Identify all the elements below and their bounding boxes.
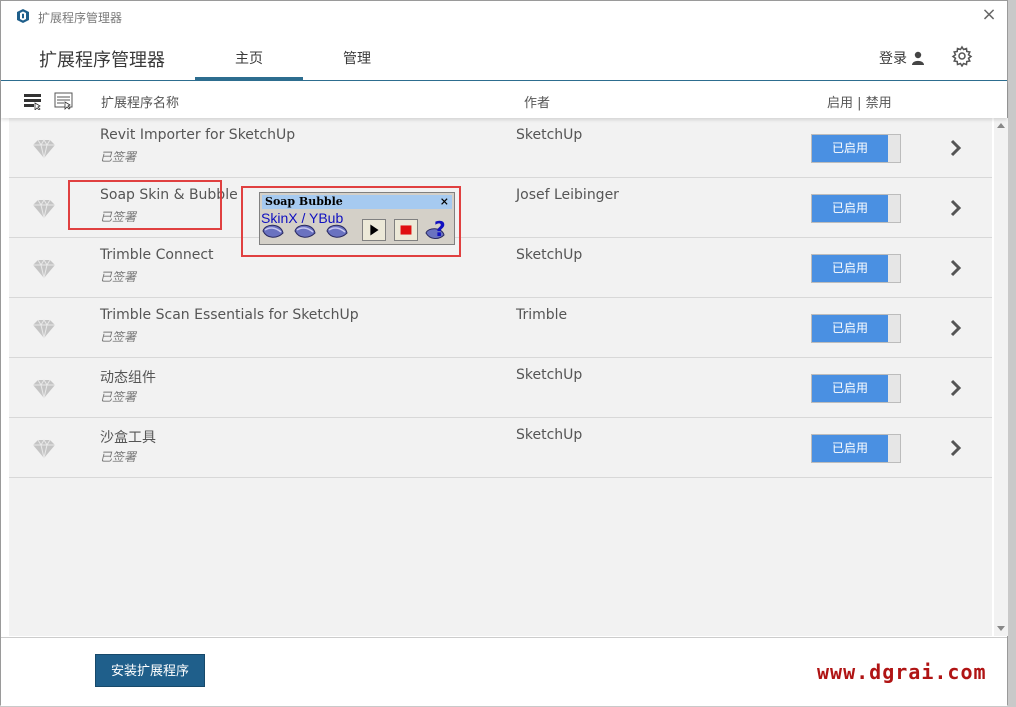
extension-signed-status: 已签署	[100, 390, 137, 404]
extension-name: Trimble Connect	[100, 247, 214, 263]
window-title: 扩展程序管理器	[38, 11, 123, 25]
enabled-state: 已启用	[812, 315, 888, 342]
highlight-box-name	[68, 180, 222, 230]
chevron-right-icon[interactable]	[949, 378, 963, 398]
extension-author: Trimble	[516, 307, 568, 323]
chevron-right-icon[interactable]	[949, 138, 963, 158]
extension-name: 动态组件	[100, 370, 156, 386]
enable-toggle[interactable]: 已启用	[811, 194, 901, 223]
sketchup-logo-icon	[17, 9, 29, 23]
extension-author: Josef Leibinger	[516, 187, 619, 203]
collapse-view-icon[interactable]	[23, 92, 43, 110]
extension-signed-status: 已签署	[100, 330, 137, 344]
tab-home[interactable]: 主页	[235, 48, 263, 68]
chevron-right-icon[interactable]	[949, 198, 963, 218]
extension-gem-icon	[33, 379, 55, 399]
chevron-right-icon[interactable]	[949, 258, 963, 278]
list-scrollbar[interactable]	[994, 118, 1008, 636]
login-label: 登录	[879, 51, 907, 67]
column-header: 扩展程序名称 作者 启用 | 禁用	[1, 82, 1007, 118]
extension-name: Trimble Scan Essentials for SketchUp	[100, 307, 359, 323]
login-button[interactable]: 登录	[879, 48, 925, 68]
extension-row[interactable]: 沙盒工具 已签署 SketchUp 已启用	[9, 418, 992, 478]
extension-manager-window: 扩展程序管理器 × 扩展程序管理器 主页 管理 登录 扩展程序名称 作者 启用 …	[0, 0, 1008, 706]
extension-gem-icon	[33, 439, 55, 459]
highlight-box-toolbar	[241, 186, 461, 257]
extension-row[interactable]: Trimble Connect 已签署 SketchUp 已启用	[9, 238, 992, 298]
enabled-state: 已启用	[812, 195, 888, 222]
enabled-state: 已启用	[812, 135, 888, 162]
extension-gem-icon	[33, 319, 55, 339]
extension-gem-icon	[33, 139, 55, 159]
extension-gem-icon	[33, 199, 55, 219]
chevron-right-icon[interactable]	[949, 438, 963, 458]
watermark-text: www.dgrai.com	[817, 660, 987, 684]
enabled-state: 已启用	[812, 375, 888, 402]
enable-toggle[interactable]: 已启用	[811, 434, 901, 463]
column-name-header: 扩展程序名称	[101, 96, 180, 111]
column-author-header: 作者	[524, 96, 551, 111]
extension-gem-icon	[33, 259, 55, 279]
extension-author: SketchUp	[516, 367, 583, 383]
extension-author: SketchUp	[516, 427, 583, 443]
expand-view-icon[interactable]	[54, 92, 74, 110]
enabled-state: 已启用	[812, 435, 888, 462]
title-bar: 扩展程序管理器 ×	[1, 1, 1007, 32]
extension-author: SketchUp	[516, 127, 583, 143]
extension-signed-status: 已签署	[100, 270, 137, 284]
enable-toggle[interactable]: 已启用	[811, 374, 901, 403]
extension-author: SketchUp	[516, 247, 583, 263]
settings-gear-icon[interactable]	[951, 45, 973, 67]
extension-signed-status: 已签署	[100, 450, 137, 464]
extension-signed-status: 已签署	[100, 150, 137, 164]
extension-row[interactable]: Trimble Scan Essentials for SketchUp 已签署…	[9, 298, 992, 358]
app-title: 扩展程序管理器	[39, 50, 165, 71]
extension-name: 沙盒工具	[100, 430, 156, 446]
column-enable-header: 启用 | 禁用	[827, 96, 892, 111]
chevron-right-icon[interactable]	[949, 318, 963, 338]
scroll-down-arrow-icon[interactable]	[997, 626, 1005, 631]
enable-toggle[interactable]: 已启用	[811, 314, 901, 343]
enable-toggle[interactable]: 已启用	[811, 254, 901, 283]
enable-toggle[interactable]: 已启用	[811, 134, 901, 163]
extension-row[interactable]: Revit Importer for SketchUp 已签署 SketchUp…	[9, 118, 992, 178]
tab-manage[interactable]: 管理	[343, 48, 371, 68]
footer: 安装扩展程序 www.dgrai.com	[1, 637, 1007, 706]
extension-name: Revit Importer for SketchUp	[100, 127, 296, 143]
app-header: 扩展程序管理器 主页 管理 登录	[1, 32, 1007, 81]
close-icon[interactable]: ×	[979, 5, 999, 25]
scroll-up-arrow-icon[interactable]	[997, 123, 1005, 128]
user-icon	[912, 51, 924, 65]
enabled-state: 已启用	[812, 255, 888, 282]
extension-row[interactable]: 动态组件 已签署 SketchUp 已启用	[9, 358, 992, 418]
active-tab-indicator	[195, 77, 303, 81]
install-extension-button[interactable]: 安装扩展程序	[95, 654, 205, 687]
